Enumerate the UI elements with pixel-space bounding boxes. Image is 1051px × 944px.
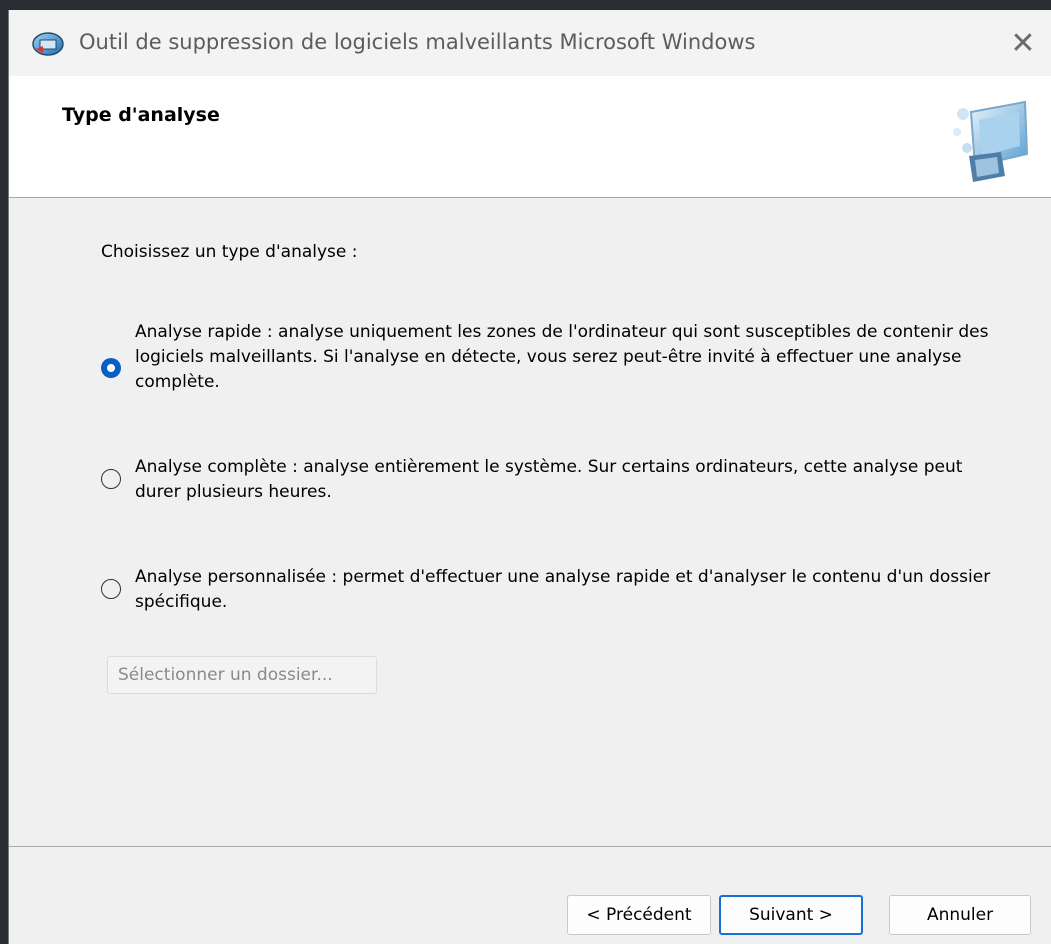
footer-divider xyxy=(9,846,1051,847)
radio-custom-scan[interactable] xyxy=(101,579,121,599)
title-bar: Outil de suppression de logiciels malvei… xyxy=(9,10,1051,76)
option-quick-scan-label: Analyse rapide : analyse uniquement les … xyxy=(135,322,989,392)
dialog-window: Outil de suppression de logiciels malvei… xyxy=(8,10,1051,944)
next-button[interactable]: Suivant > xyxy=(719,895,863,935)
radio-full-scan[interactable] xyxy=(101,469,121,489)
page-title: Type d'analyse xyxy=(62,104,220,126)
radio-quick-scan[interactable] xyxy=(101,358,121,378)
back-button[interactable]: < Précédent xyxy=(567,895,711,935)
select-folder-button[interactable]: Sélectionner un dossier... xyxy=(107,656,377,694)
close-icon[interactable]: ✕ xyxy=(995,10,1051,76)
option-custom-scan-label: Analyse personnalisée : permet d'effectu… xyxy=(135,567,991,612)
option-full-scan-label: Analyse complète : analyse entièrement l… xyxy=(135,457,963,502)
wizard-header: Type d'analyse xyxy=(9,76,1051,198)
app-shield-icon xyxy=(31,29,65,57)
cancel-button[interactable]: Annuler xyxy=(889,895,1031,935)
window-title: Outil de suppression de logiciels malvei… xyxy=(79,30,756,54)
computer-scan-icon xyxy=(949,96,1033,186)
scan-type-prompt: Choisissez un type d'analyse : xyxy=(101,242,358,262)
